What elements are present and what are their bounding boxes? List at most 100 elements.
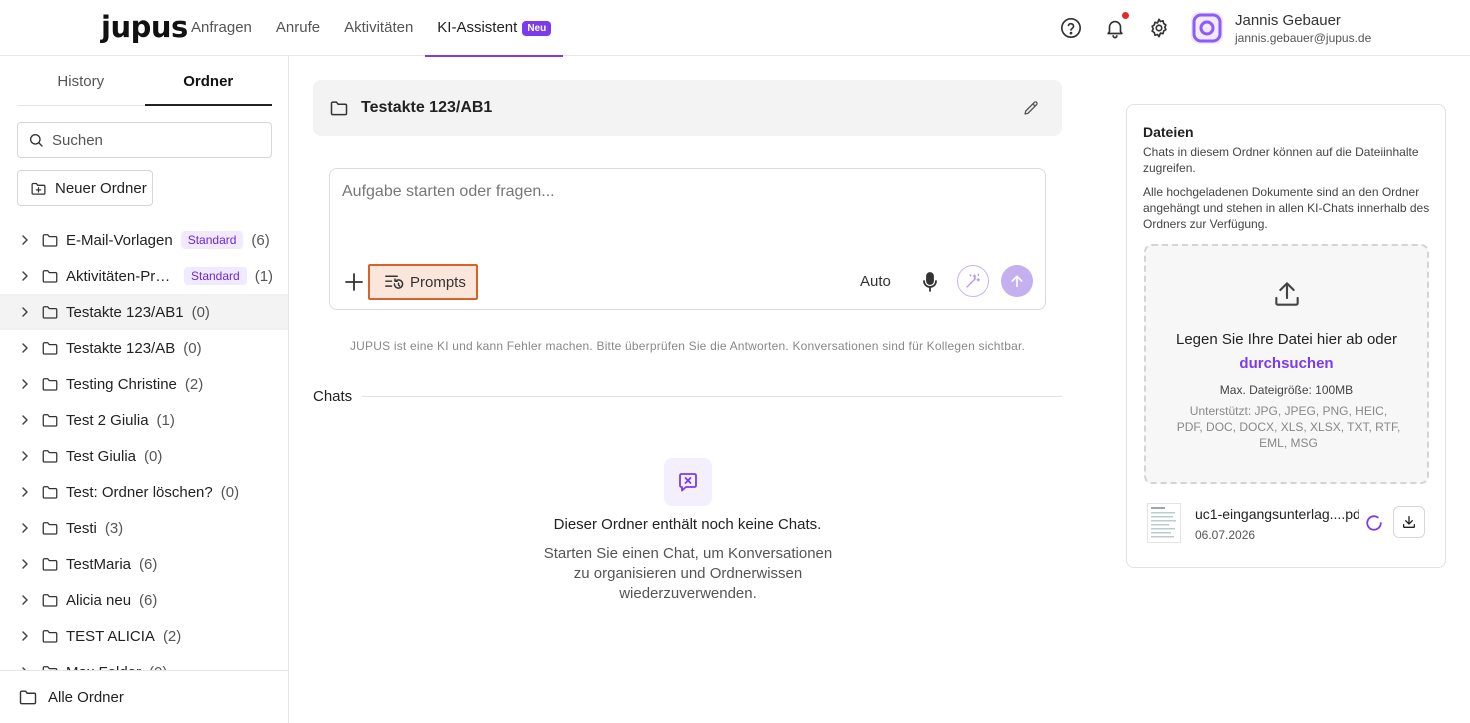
folder-count: (0) [191,303,210,321]
folder-icon [42,630,58,643]
folder-row-testakte-123-ab[interactable]: Testakte 123/AB (0) [0,330,288,366]
files-title: Dateien [1143,124,1194,140]
folder-icon [42,270,58,283]
file-item[interactable]: uc1-eingangsunterlag....pdf 06.07.2026 [1143,503,1433,543]
folder-count: (1) [254,267,274,285]
supported-formats: Unterstützt: JPG, JPEG, PNG, HEIC, PDF, … [1176,404,1401,450]
chevron-right-icon[interactable] [19,342,31,354]
app-logo[interactable]: jupus [101,12,188,42]
folder-name: TestMaria [66,555,132,573]
prompts-label: Prompts [410,273,466,291]
folder-name: Testakte 123/AB [66,339,176,357]
gear-icon[interactable] [1148,17,1170,39]
notification-dot [1122,12,1129,19]
tab-ordner[interactable]: Ordner [144,56,273,106]
folder-count: (0) [220,483,240,501]
page-title: Testakte 123/AB1 [361,99,493,116]
chevron-right-icon[interactable] [19,450,31,462]
chevron-right-icon[interactable] [19,306,31,318]
download-button[interactable] [1393,506,1425,538]
sidebar-tabs: History Ordner [17,56,272,106]
folder-row-test-2-giulia[interactable]: Test 2 Giulia (1) [0,402,288,438]
user-name[interactable]: Jannis Gebauer [1235,12,1341,29]
folder-row-test-alicia[interactable]: TEST ALICIA (2) [0,618,288,654]
max-file-size: Max. Dateigröße: 100MB [1219,383,1354,397]
send-button[interactable] [1001,265,1033,297]
prompt-history-icon [385,275,404,289]
folder-list: E-Mail-Vorlagen Standard (6) Aktivitäten… [0,222,288,690]
nav-label: Aktivitäten [344,19,414,36]
nav-label: Anfragen [191,19,252,36]
folder-icon [42,522,58,535]
chevron-right-icon[interactable] [19,414,31,426]
chevron-right-icon[interactable] [19,234,31,246]
folder-count: (2) [184,375,204,393]
folder-row-e-mail-vorlagen[interactable]: E-Mail-Vorlagen Standard (6) [0,222,288,258]
folder-icon [42,234,58,247]
nav-item-aktivitaeten[interactable]: Aktivitäten [332,0,425,56]
main-nav: Anfragen Anrufe Aktivitäten KI-Assistent… [179,0,564,57]
folder-name: E-Mail-Vorlagen [66,231,173,249]
download-icon [1403,516,1415,528]
file-name: uc1-eingangsunterlag....pdf [1195,506,1359,522]
standard-tag: Standard [180,231,244,249]
prompts-button[interactable]: Prompts [368,264,478,300]
folder-row-test-giulia[interactable]: Test Giulia (0) [0,438,288,474]
folder-row-alicia-neu[interactable]: Alicia neu (6) [0,582,288,618]
folder-icon [42,450,58,463]
folder-sidebar: History Ordner Neuer Ordner E-Mail-Vorla… [0,56,289,723]
magic-wand-button[interactable] [957,265,989,297]
chats-section-label: Chats [313,388,353,405]
files-panel: Dateien Chats in diesem Ordner können au… [1126,104,1446,568]
arrow-up-icon [1011,275,1023,288]
browse-link[interactable]: durchsuchen [1146,355,1427,372]
file-dropzone[interactable]: Legen Sie Ihre Datei hier ab oder durchs… [1144,244,1429,484]
avatar[interactable] [1191,12,1223,44]
chevron-right-icon[interactable] [19,558,31,570]
all-folders-button[interactable]: Alle Ordner [0,670,288,723]
folder-row-testmaria[interactable]: TestMaria (6) [0,546,288,582]
folder-name: TEST ALICIA [66,627,155,645]
chevron-right-icon[interactable] [19,594,31,606]
search-input[interactable] [52,131,252,149]
folder-count: (6) [251,231,270,249]
pencil-icon[interactable] [1022,99,1040,117]
folder-name: Alicia neu [66,591,132,609]
chevron-right-icon[interactable] [19,630,31,642]
loading-spinner-icon [1366,515,1382,531]
chevron-right-icon[interactable] [19,378,31,390]
prompt-input[interactable] [342,183,1032,243]
plus-icon[interactable] [344,272,364,292]
files-description-extra: Alle hochgeladenen Dokumente sind an den… [1143,185,1430,231]
empty-state-title: Dieser Ordner enthält noch keine Chats. [553,516,822,533]
help-icon[interactable] [1060,17,1082,39]
bell-icon[interactable] [1104,17,1126,39]
empty-chat-icon [664,458,712,506]
folder-row-aktivitaeten-protokolle[interactable]: Aktivitäten-Prot… Standard (1) [0,258,288,294]
folder-row-test-ordner-loeschen[interactable]: Test: Ordner löschen? (0) [0,474,288,510]
new-badge: Neu [522,20,552,36]
folder-icon [42,378,58,391]
model-selector[interactable]: Auto [860,273,891,290]
microphone-icon[interactable] [920,271,940,293]
tab-history[interactable]: History [17,56,145,105]
folder-row-testing-christine[interactable]: Testing Christine (2) [0,366,288,402]
nav-item-anfragen[interactable]: Anfragen [179,0,264,56]
folder-icon [42,558,58,571]
chevron-right-icon[interactable] [19,522,31,534]
upload-icon [1275,282,1299,306]
folder-count: (3) [104,519,124,537]
folder-row-testi[interactable]: Testi (3) [0,510,288,546]
new-folder-button[interactable]: Neuer Ordner [17,170,153,206]
folder-count: (0) [144,447,163,465]
chevron-right-icon[interactable] [19,270,31,282]
standard-tag: Standard [184,267,247,285]
chevron-right-icon[interactable] [19,486,31,498]
empty-state-subtitle: Starten Sie einen Chat, um Konversatione… [543,545,833,602]
divider [362,396,1062,397]
folder-row-testakte-123-ab1[interactable]: Testakte 123/AB1 (0) [0,294,288,330]
nav-item-anrufe[interactable]: Anrufe [264,0,332,56]
top-bar: jupus Anfragen Anrufe Aktivitäten KI-Ass… [0,0,1470,57]
folder-count: (6) [139,591,158,609]
nav-item-ki-assistent[interactable]: KI-Assistent Neu [425,0,564,57]
